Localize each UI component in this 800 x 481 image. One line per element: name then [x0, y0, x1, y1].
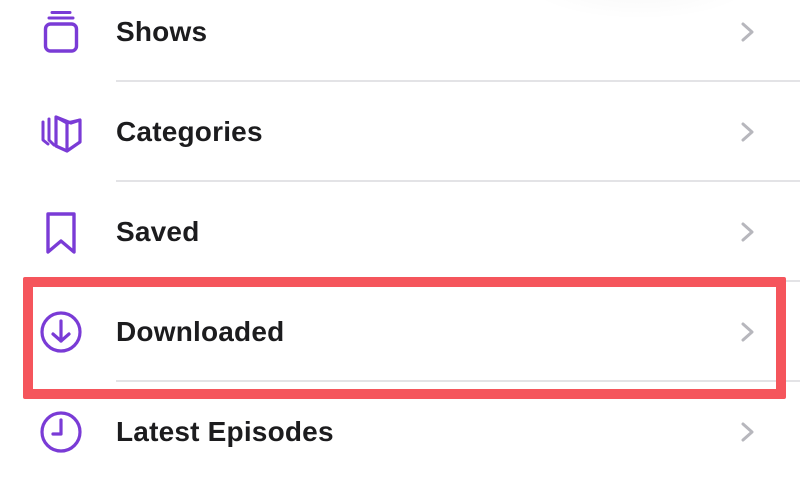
menu-item-label: Downloaded — [116, 315, 285, 347]
clock-icon — [36, 407, 86, 457]
chevron-right-icon — [741, 322, 754, 341]
menu-item-downloaded[interactable]: Downloaded — [0, 282, 800, 381]
download-circle-icon — [36, 307, 86, 357]
menu-item-saved[interactable]: Saved — [0, 182, 800, 281]
categories-cards-icon — [36, 107, 86, 157]
chevron-right-icon — [741, 422, 754, 441]
menu-item-categories[interactable]: Categories — [0, 82, 800, 181]
menu-item-label: Latest Episodes — [116, 415, 334, 447]
library-menu-list: Shows Categories Saved Downloaded Latest… — [0, 0, 800, 461]
menu-item-label: Shows — [116, 15, 208, 47]
chevron-right-icon — [741, 122, 754, 141]
chevron-right-icon — [741, 22, 754, 41]
shows-stack-icon — [36, 7, 86, 57]
chevron-right-icon — [741, 222, 754, 241]
menu-item-latest-episodes[interactable]: Latest Episodes — [0, 382, 800, 481]
menu-item-label: Categories — [116, 115, 263, 147]
menu-item-shows[interactable]: Shows — [0, 0, 800, 81]
menu-item-label: Saved — [116, 215, 200, 247]
bookmark-icon — [36, 207, 86, 257]
